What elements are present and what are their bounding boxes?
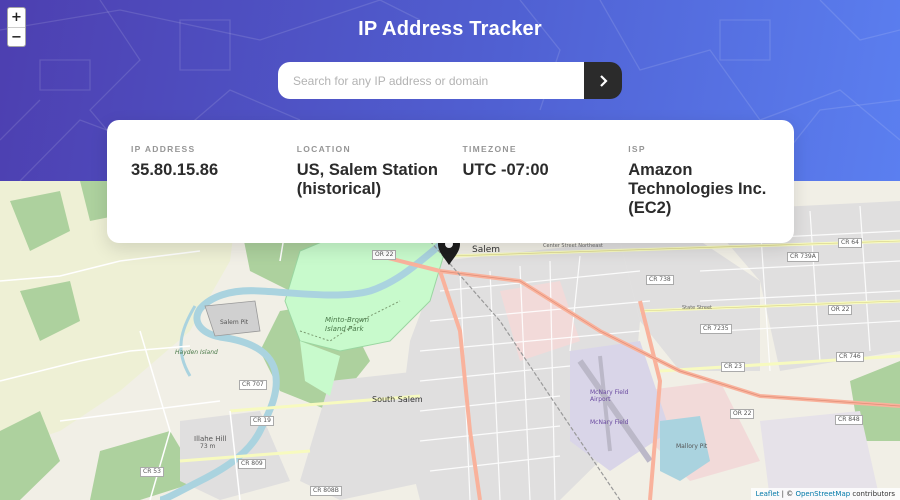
- attribution-suffix: contributors: [850, 490, 895, 498]
- map-label-mcnary-field: McNary Field: [590, 419, 629, 426]
- road-badge: OR 22: [730, 409, 755, 419]
- road-badge: OR 22: [372, 250, 397, 260]
- openstreetmap-link[interactable]: OpenStreetMap: [795, 490, 850, 498]
- map-label-hayden: Hayden Island: [175, 349, 218, 356]
- road-badge: CR 707: [239, 380, 267, 390]
- chevron-right-icon: [599, 74, 608, 87]
- road-badge: OR 22: [828, 305, 853, 315]
- zoom-in-button[interactable]: +: [8, 8, 25, 27]
- zoom-out-button[interactable]: −: [8, 27, 25, 46]
- info-label: LOCATION: [296, 144, 351, 154]
- info-label: TIMEZONE: [462, 144, 517, 154]
- leaflet-link[interactable]: Leaflet: [756, 490, 780, 498]
- map-label-salem: Salem: [472, 245, 501, 255]
- road-badge: CR 23: [721, 362, 745, 372]
- map-label-center-street: Center Street Northeast: [543, 243, 603, 249]
- info-isp: ISP Amazon Technologies Inc. (EC2): [628, 144, 794, 243]
- road-badge: CR 808B: [310, 486, 342, 496]
- road-badge: CR 7235: [700, 324, 732, 334]
- page-title: IP Address Tracker: [358, 18, 542, 40]
- road-badge: CR 746: [836, 352, 864, 362]
- map-label-mallory-pit: Mallory Pit: [676, 443, 708, 450]
- road-badge: CR 64: [838, 238, 862, 248]
- info-value: Amazon Technologies Inc. (EC2): [628, 161, 767, 217]
- road-badge: CR 738: [646, 275, 674, 285]
- search-submit-button[interactable]: [584, 62, 622, 99]
- info-label: IP ADDRESS: [131, 144, 196, 154]
- attribution-separator: | ©: [779, 490, 796, 498]
- map-label-salem-pit: Salem Pit: [220, 319, 249, 326]
- map-label-illahe-elev: 73 m: [200, 443, 216, 450]
- info-location: LOCATION US, Salem Station (historical): [297, 144, 463, 243]
- map-label-mcnary-airport: McNary Field Airport: [590, 389, 629, 403]
- road-badge: CR 848: [835, 415, 863, 425]
- info-value: US, Salem Station (historical): [296, 161, 438, 198]
- ip-info-card: IP ADDRESS 35.80.15.86 LOCATION US, Sale…: [107, 120, 794, 243]
- search-input[interactable]: [278, 62, 584, 99]
- info-ip-address: IP ADDRESS 35.80.15.86: [131, 144, 297, 243]
- info-value: 35.80.15.86: [131, 161, 219, 179]
- map-label-south-salem: South Salem: [372, 395, 423, 404]
- search-bar: [278, 62, 622, 99]
- map-zoom-control: + −: [7, 7, 26, 47]
- map-attribution: Leaflet | © OpenStreetMap contributors: [750, 488, 900, 500]
- map-label-illahe-hill: Illahe Hill: [194, 435, 227, 443]
- road-badge: CR 19: [250, 416, 274, 426]
- road-badge: CR 809: [238, 459, 266, 469]
- map-label-state-street: State Street: [682, 305, 713, 311]
- info-value: UTC -07:00: [462, 161, 549, 179]
- road-badge: CR 739A: [787, 252, 819, 262]
- info-timezone: TIMEZONE UTC -07:00: [463, 144, 629, 243]
- road-badge: CR 53: [140, 467, 164, 477]
- map-label-minto-brown: Minto-Brown Island Park: [325, 316, 370, 333]
- info-label: ISP: [628, 144, 646, 154]
